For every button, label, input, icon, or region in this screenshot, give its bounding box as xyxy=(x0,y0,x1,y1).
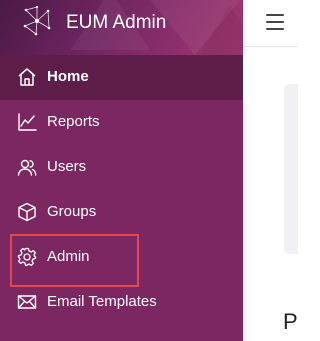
envelope-icon xyxy=(17,292,37,312)
sidebar-item-home[interactable]: Home xyxy=(0,55,243,100)
admin-highlight-box xyxy=(10,234,139,287)
content-card xyxy=(284,84,298,254)
line-chart-icon xyxy=(17,112,37,132)
brand-title: EUM Admin xyxy=(66,12,167,33)
sidebar-item-label: Home xyxy=(47,68,89,85)
sidebar: EUM Admin Home Reports Users Groups Admi… xyxy=(0,0,243,341)
sidebar-item-users[interactable]: Users xyxy=(0,145,243,190)
content-heading-partial: P xyxy=(283,309,298,334)
sidebar-item-label: Groups xyxy=(47,203,97,220)
sidebar-item-label: Email Templates xyxy=(47,293,157,310)
top-bar xyxy=(243,0,298,47)
sidebar-item-label: Reports xyxy=(47,113,100,130)
sidebar-item-label: Users xyxy=(47,158,87,175)
network-star-icon xyxy=(22,5,52,36)
cube-icon xyxy=(17,202,37,222)
sidebar-item-reports[interactable]: Reports xyxy=(0,100,243,145)
brand-header: EUM Admin xyxy=(0,0,243,55)
sidebar-item-groups[interactable]: Groups xyxy=(0,190,243,235)
hamburger-icon[interactable] xyxy=(266,14,284,30)
home-icon xyxy=(17,67,37,87)
main-content: P xyxy=(243,48,298,341)
users-icon xyxy=(17,157,37,177)
